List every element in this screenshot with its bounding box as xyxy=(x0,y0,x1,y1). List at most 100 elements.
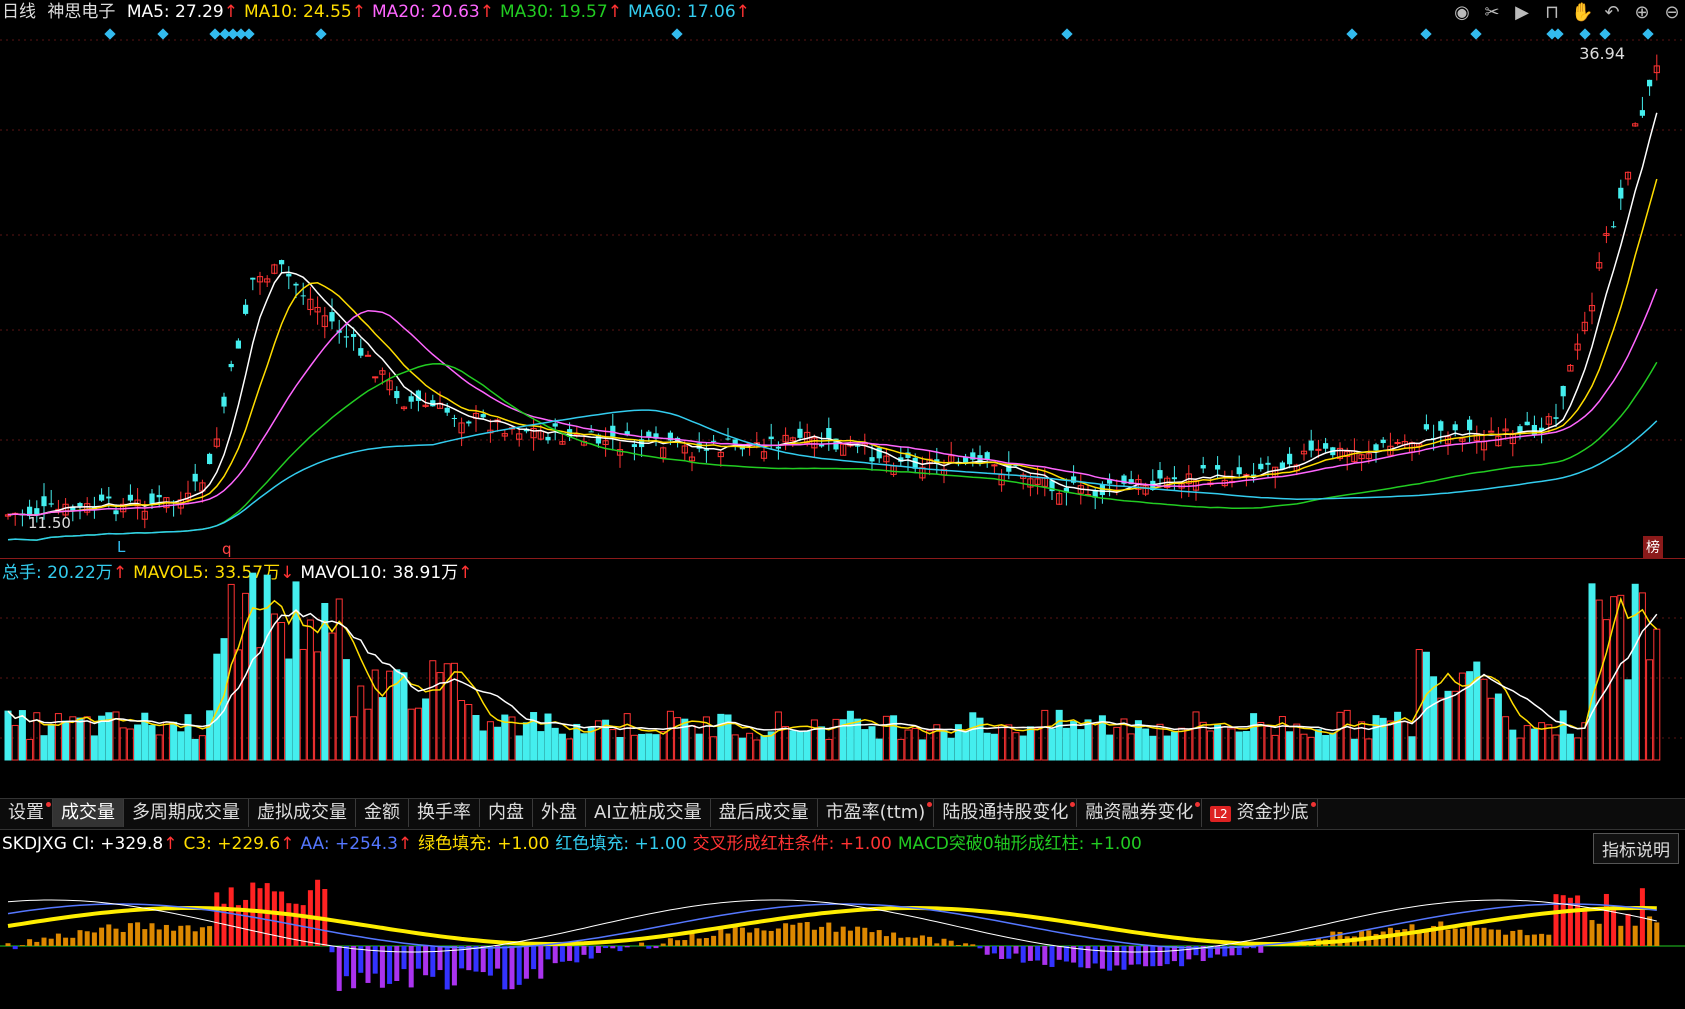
volume-bar xyxy=(1026,726,1034,761)
indicator-tab[interactable]: 设置 xyxy=(0,799,53,827)
volume-bar xyxy=(263,574,271,761)
indicator-tab[interactable]: L2 资金抄底 xyxy=(1202,799,1318,827)
candle-body xyxy=(1553,417,1559,419)
candle-body xyxy=(1438,421,1444,431)
macd-bar xyxy=(214,892,220,946)
macd-bar xyxy=(646,946,652,949)
volume-bar xyxy=(1242,731,1250,761)
macd-bar xyxy=(351,946,357,989)
macd-bar xyxy=(1546,934,1552,946)
tab-label: 盘后成交量 xyxy=(718,802,809,823)
macd-bar xyxy=(5,943,11,946)
candle-body xyxy=(1308,440,1314,451)
macd-bar xyxy=(1553,894,1559,946)
macd-bar xyxy=(264,883,270,946)
indicator-tab[interactable]: 外盘 xyxy=(533,799,586,827)
volume-bar xyxy=(458,700,466,761)
indicator-tab[interactable]: 金额 xyxy=(356,799,409,827)
candle-body xyxy=(1323,443,1329,449)
volume-bar xyxy=(479,730,487,761)
indicator-tab[interactable]: 盘后成交量 xyxy=(711,799,818,827)
macd-bar xyxy=(1063,946,1069,962)
volume-bar xyxy=(522,722,530,761)
indicator-tab[interactable]: AI立桩成交量 xyxy=(586,799,711,827)
volume-bar xyxy=(695,733,703,761)
macd-bar xyxy=(1042,946,1048,965)
indicator-tab[interactable]: 虚拟成交量 xyxy=(249,799,356,827)
ma-line-5 xyxy=(7,112,1658,516)
volume-bar xyxy=(206,710,214,761)
macd-bar xyxy=(1013,946,1019,954)
candle-body xyxy=(156,494,162,498)
macd-bar xyxy=(703,938,709,946)
signal-diamond xyxy=(1470,28,1482,40)
volume-bar xyxy=(681,718,689,761)
indicator-tab[interactable]: 市盈率(ttm) xyxy=(818,799,935,827)
volume-bar xyxy=(969,712,977,761)
macd-bar xyxy=(379,946,385,988)
candle-body xyxy=(1452,424,1458,431)
volume-bar xyxy=(1163,735,1171,761)
macd-bar xyxy=(891,932,897,946)
volume-bar xyxy=(998,724,1006,761)
volume-bar xyxy=(494,726,502,761)
candle-body xyxy=(1524,421,1530,426)
volume-bar xyxy=(1329,732,1337,761)
volume-bar xyxy=(1178,727,1186,761)
volume-bar xyxy=(1422,651,1430,761)
volume-bar xyxy=(818,726,826,761)
macd-bar xyxy=(343,946,349,977)
candle-body xyxy=(552,423,558,427)
indicator-tab[interactable]: 多周期成交量 xyxy=(124,799,249,827)
volume-bar xyxy=(558,733,566,761)
macd-bar xyxy=(1618,925,1624,946)
indicator-tab[interactable]: 成交量 xyxy=(53,799,124,827)
rank-badge[interactable]: 榜 xyxy=(1643,536,1663,558)
volume-bar xyxy=(623,713,631,761)
tab-dot xyxy=(1310,802,1316,807)
macd-bar xyxy=(732,925,738,946)
indicator-tab[interactable]: 融资融券变化 xyxy=(1077,799,1203,827)
macd-bar xyxy=(70,937,76,946)
macd-bar xyxy=(1107,946,1113,971)
macd-bar xyxy=(1596,923,1602,946)
macd-bar xyxy=(423,946,429,976)
macd-bar xyxy=(1647,916,1653,946)
indicator-tab[interactable]: 换手率 xyxy=(409,799,480,827)
candlestick-chart[interactable]: 11.50 L q xyxy=(0,0,1685,558)
volume-bar xyxy=(774,711,782,761)
indicator-tab[interactable]: 内盘 xyxy=(480,799,533,827)
candle-body xyxy=(1394,442,1401,445)
macd-bar xyxy=(55,933,61,946)
macd-bar xyxy=(1531,934,1537,946)
macd-bar xyxy=(927,936,933,946)
volume-bar xyxy=(666,710,674,761)
volume-bar xyxy=(616,737,624,761)
volume-bar xyxy=(645,733,653,761)
macd-bar xyxy=(120,931,126,946)
macd-bar xyxy=(271,891,277,946)
volume-bar xyxy=(1487,697,1495,761)
macd-bar xyxy=(1135,946,1141,965)
volume-bar xyxy=(1530,728,1538,761)
macd-bar xyxy=(192,931,198,946)
macd-bar xyxy=(243,899,249,946)
indicator-tab[interactable]: 陆股通持股变化 xyxy=(934,799,1078,827)
macd-bar xyxy=(768,930,774,946)
candle-body xyxy=(545,436,551,441)
volume-bar xyxy=(1012,732,1020,761)
volume-chart[interactable] xyxy=(0,558,1685,796)
macd-bar xyxy=(487,946,493,976)
candle-body xyxy=(250,277,256,280)
volume-bar xyxy=(940,730,948,761)
macd-bar xyxy=(898,937,904,946)
macd-bar xyxy=(1056,946,1062,960)
volume-bar xyxy=(177,731,185,761)
macd-bar xyxy=(185,925,191,946)
skdj-indicator-chart[interactable] xyxy=(0,828,1685,1009)
macd-bar xyxy=(739,927,745,946)
volume-bar xyxy=(1408,736,1416,761)
signal-diamond xyxy=(1420,28,1432,40)
volume-bar xyxy=(62,720,70,761)
volume-bar xyxy=(134,724,142,761)
